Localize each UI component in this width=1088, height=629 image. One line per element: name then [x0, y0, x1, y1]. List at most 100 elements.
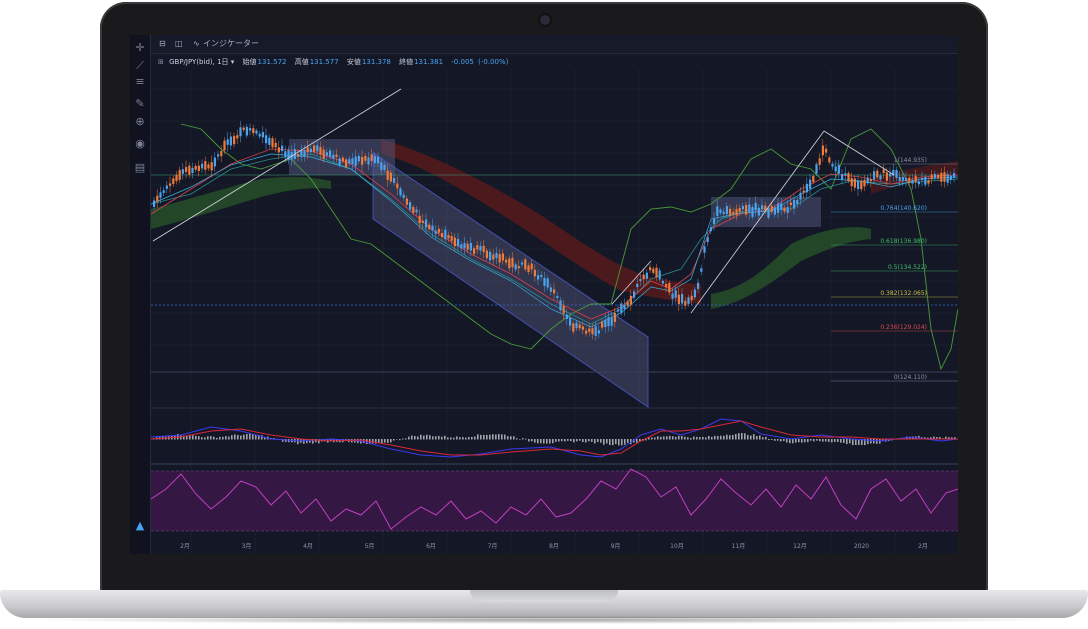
candle — [917, 181, 920, 185]
macd-bar — [444, 435, 446, 440]
macd-bar — [765, 436, 767, 440]
low-label: 安値 — [346, 58, 361, 66]
add-symbol-icon[interactable]: ⊞ — [158, 58, 164, 66]
candle — [799, 192, 802, 200]
candle — [741, 206, 744, 210]
macd-bar — [525, 438, 527, 440]
macd-bar — [804, 439, 806, 443]
indicator-button[interactable]: インジケーター — [203, 35, 259, 53]
macd-bar — [849, 439, 851, 444]
macd-bar — [483, 434, 485, 440]
macd-bar — [435, 436, 437, 440]
candle — [668, 283, 671, 293]
candle — [908, 177, 911, 183]
candle — [729, 208, 732, 216]
candle — [914, 175, 917, 183]
macd-bar — [831, 439, 833, 443]
high-value: 131.577 — [309, 58, 339, 66]
macd-bar — [696, 436, 698, 440]
macd-bar — [426, 434, 428, 440]
macd-bar — [870, 439, 872, 444]
candle — [565, 314, 568, 319]
macd-bar — [489, 434, 491, 440]
candle — [524, 259, 527, 270]
price-chart[interactable]: 1(144.935) 0.764(140.620) 0.618(136.980) 0.… — [151, 69, 958, 554]
trash-icon[interactable]: ▤ — [133, 161, 147, 175]
candle — [303, 150, 306, 156]
macd-bar — [546, 439, 548, 444]
macd-bar — [531, 439, 533, 442]
macd-bar — [192, 435, 194, 440]
macd-bar — [687, 437, 689, 440]
candle — [655, 267, 658, 278]
macd-bar — [651, 437, 653, 440]
macd-bar — [801, 439, 803, 443]
candle — [585, 330, 588, 334]
macd-bar — [561, 439, 563, 442]
candle — [575, 322, 578, 329]
symbol-name[interactable]: GBP/JPY(bid) — [169, 58, 213, 66]
macd-bar — [792, 439, 794, 444]
macd-bar — [498, 433, 500, 440]
candle — [476, 245, 479, 250]
candle — [197, 165, 200, 172]
macd-bar — [528, 439, 530, 442]
candle — [533, 269, 536, 277]
candle — [153, 200, 156, 207]
candle — [863, 179, 866, 187]
candle — [501, 253, 504, 261]
macd-bar — [423, 435, 425, 440]
candle — [754, 202, 757, 211]
candle — [188, 165, 191, 175]
eye-icon[interactable]: ◉ — [133, 137, 147, 151]
chevron-down-icon[interactable]: ▾ — [231, 58, 235, 66]
candle — [447, 235, 450, 239]
candle — [629, 295, 632, 305]
layout-icon[interactable]: ⊟ — [159, 35, 166, 53]
macd-bar — [567, 439, 569, 441]
fib-level-label: 0.236(129.024) — [880, 324, 927, 331]
compare-icon[interactable]: ◫ — [175, 35, 183, 53]
macd-bar — [828, 439, 830, 442]
macd-bar — [438, 435, 440, 440]
candle — [793, 200, 796, 209]
candle — [777, 203, 780, 213]
macd-bar — [252, 434, 254, 440]
macd-bar — [594, 439, 596, 444]
macd-bar — [555, 439, 557, 442]
drawing-toolbar: ✛ ⟋ ≡ ✎ ⊕ ◉ ▤ ▲ — [130, 35, 151, 554]
macd-bar — [408, 436, 410, 440]
candle — [546, 278, 549, 288]
macd-bar — [198, 436, 200, 440]
candle — [156, 195, 159, 202]
candle — [457, 238, 460, 247]
zoom-icon[interactable]: ⊕ — [133, 115, 147, 129]
macd-bar — [840, 439, 842, 443]
macd-bar — [432, 436, 434, 440]
candle — [757, 207, 760, 216]
indicator-icon[interactable]: ∿ — [193, 35, 200, 53]
trendline-icon[interactable]: ⟋ — [133, 59, 147, 73]
candle — [895, 170, 898, 179]
macd-bar — [780, 439, 782, 442]
brush-icon[interactable]: ✎ — [133, 97, 147, 111]
fib-icon[interactable]: ≡ — [133, 75, 147, 89]
fib-level-label: 0.618(136.980) — [880, 238, 927, 245]
macd-bar — [786, 439, 788, 443]
candle — [633, 291, 636, 298]
timeframe[interactable]: 1日 — [217, 58, 228, 66]
candle — [927, 180, 930, 184]
candle — [543, 277, 546, 286]
candle — [610, 317, 613, 326]
app-logo-icon: ▲ — [135, 519, 145, 532]
crosshair-icon[interactable]: ✛ — [133, 41, 147, 55]
candle — [725, 206, 728, 215]
macd-bar — [705, 437, 707, 440]
month-label: 7月 — [488, 543, 498, 550]
candle — [460, 244, 463, 249]
macd-bar — [654, 437, 656, 440]
candle — [466, 243, 469, 250]
fib-level-label: 0.382(132.065) — [880, 290, 927, 297]
candle — [191, 167, 194, 174]
candle — [812, 175, 815, 182]
